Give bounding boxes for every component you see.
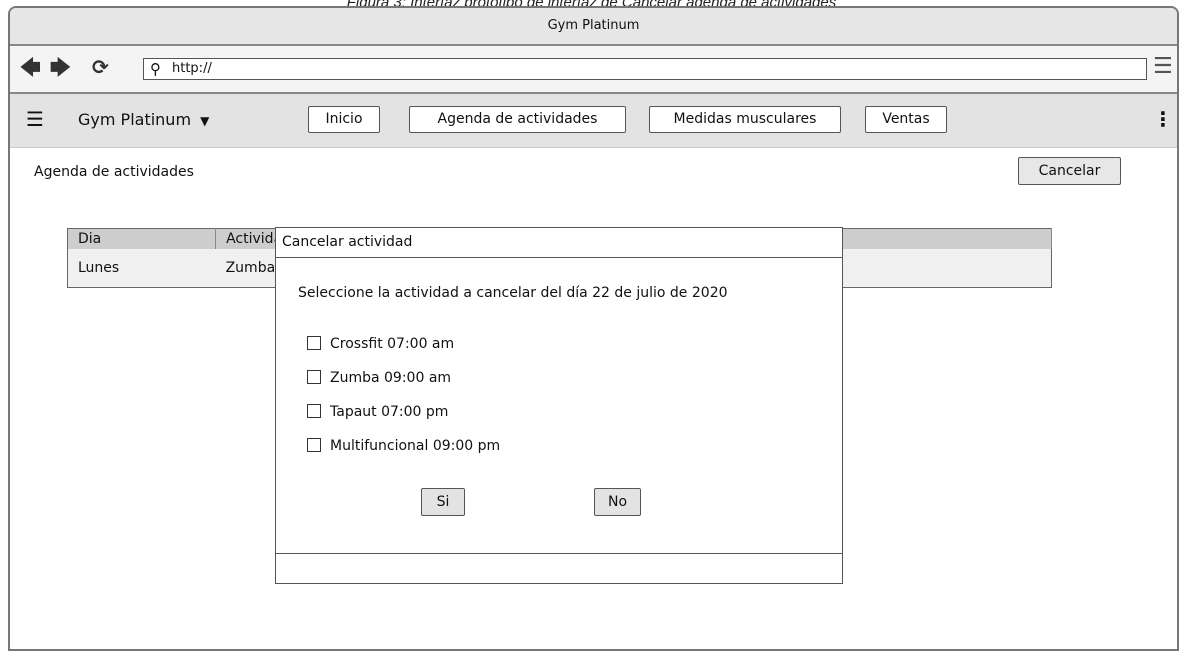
option-label: Tapaut 07:00 pm bbox=[330, 404, 449, 420]
page-title: Agenda de actividades bbox=[34, 164, 194, 180]
browser-window: Gym Platinum 🡄 🡆 ⟳ ⚲ http:// ☰ ☰ Gym Pla… bbox=[8, 6, 1179, 651]
yes-button[interactable]: Si bbox=[421, 488, 465, 516]
option-label: Crossfit 07:00 am bbox=[330, 336, 455, 352]
dialog-message: Seleccione la actividad a cancelar del d… bbox=[298, 285, 728, 301]
search-icon: ⚲ bbox=[150, 60, 161, 78]
browser-menu-icon[interactable]: ☰ bbox=[1153, 56, 1173, 78]
main-content: Agenda de actividades Cancelar Dia Activ… bbox=[10, 148, 1177, 618]
refresh-icon[interactable]: ⟳ bbox=[92, 56, 109, 78]
option-checkbox[interactable]: Crossfit 07:00 am bbox=[307, 335, 454, 353]
kebab-menu-icon[interactable]: ⋮ bbox=[1153, 107, 1173, 131]
cell-day: Lunes bbox=[67, 249, 216, 288]
app-navbar: ☰ Gym Platinum ▼ Inicio Agenda de activi… bbox=[10, 94, 1177, 148]
forward-arrow-icon[interactable]: 🡆 bbox=[50, 56, 71, 78]
back-arrow-icon[interactable]: 🡄 bbox=[20, 56, 41, 78]
nav-inicio-button[interactable]: Inicio bbox=[308, 106, 380, 133]
cancel-activity-dialog: Cancelar actividad Seleccione la activid… bbox=[275, 227, 843, 584]
hamburger-menu-icon[interactable]: ☰ bbox=[26, 107, 44, 131]
url-text: http:// bbox=[172, 61, 212, 76]
nav-medidas-button[interactable]: Medidas musculares bbox=[649, 106, 841, 133]
no-button[interactable]: No bbox=[594, 488, 641, 516]
option-label: Zumba 09:00 am bbox=[330, 370, 452, 386]
dialog-title: Cancelar actividad bbox=[276, 228, 842, 258]
checkbox-icon[interactable] bbox=[307, 438, 321, 452]
option-checkbox[interactable]: Tapaut 07:00 pm bbox=[307, 403, 448, 421]
caret-down-icon: ▼ bbox=[200, 114, 210, 128]
cancelar-button[interactable]: Cancelar bbox=[1018, 157, 1121, 185]
option-checkbox[interactable]: Multifuncional 09:00 pm bbox=[307, 437, 500, 455]
option-checkbox[interactable]: Zumba 09:00 am bbox=[307, 369, 451, 387]
address-bar: 🡄 🡆 ⟳ ⚲ http:// ☰ bbox=[10, 46, 1177, 94]
window-title: Gym Platinum bbox=[10, 8, 1177, 46]
url-field[interactable]: ⚲ http:// bbox=[143, 58, 1147, 80]
checkbox-icon[interactable] bbox=[307, 336, 321, 350]
dialog-footer-divider bbox=[276, 553, 842, 554]
nav-agenda-button[interactable]: Agenda de actividades bbox=[409, 106, 626, 133]
brand-label: Gym Platinum bbox=[78, 110, 192, 129]
checkbox-icon[interactable] bbox=[307, 370, 321, 384]
checkbox-icon[interactable] bbox=[307, 404, 321, 418]
brand-dropdown[interactable]: Gym Platinum ▼ bbox=[78, 109, 209, 132]
option-label: Multifuncional 09:00 pm bbox=[330, 438, 501, 454]
column-header-dia: Dia bbox=[67, 228, 217, 249]
nav-ventas-button[interactable]: Ventas bbox=[865, 106, 947, 133]
